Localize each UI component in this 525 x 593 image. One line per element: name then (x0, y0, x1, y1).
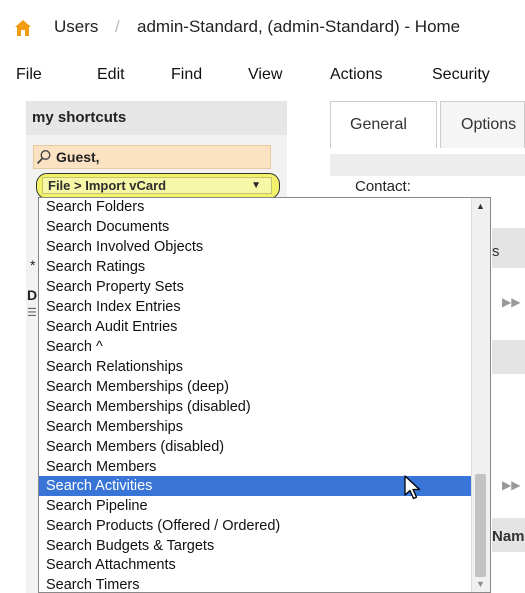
sidebar-fragment-d: D (27, 287, 38, 303)
search-input[interactable]: Guest, (33, 145, 271, 169)
chevron-down-icon[interactable]: ▼ (251, 178, 261, 194)
dropdown-scrollbar[interactable]: ▲ ▼ (471, 198, 490, 592)
panel-header-stripe (330, 154, 525, 176)
dropdown-option[interactable]: Search Timers (39, 575, 471, 592)
dropdown-option[interactable]: Search Folders (39, 198, 471, 217)
dropdown-option[interactable]: Search Ratings (39, 257, 471, 277)
dropdown-option[interactable]: Search Documents (39, 217, 471, 237)
dropdown-option[interactable]: Search Budgets & Targets (39, 536, 471, 556)
home-icon[interactable] (14, 19, 32, 37)
dropdown-option[interactable]: Search Members (disabled) (39, 437, 471, 457)
scroll-up-icon[interactable]: ▲ (476, 201, 485, 211)
dropdown-option[interactable]: Search Attachments (39, 555, 471, 575)
tab-options-label: Options (461, 116, 517, 133)
dropdown-option[interactable]: Search Products (Offered / Ordered) (39, 516, 471, 536)
menu-view[interactable]: View (248, 66, 282, 84)
breadcrumb: Users / admin-Standard, (admin-Standard)… (0, 0, 525, 56)
menu-bar: File Edit Find View Actions Security (0, 56, 525, 96)
shortcut-select[interactable]: File > Import vCard ▼ (36, 173, 280, 199)
sidebar-title: my shortcuts (26, 101, 287, 135)
pager-next-icon-2[interactable]: ▶▶ (502, 478, 520, 492)
grid-header-fragment (492, 340, 525, 374)
menu-file[interactable]: File (16, 66, 42, 84)
dropdown-option[interactable]: Search Involved Objects (39, 237, 471, 257)
search-icon (36, 149, 51, 165)
breadcrumb-separator: / (115, 17, 120, 36)
sidebar-fragment-star: * (30, 257, 36, 273)
menu-security[interactable]: Security (432, 66, 490, 84)
dropdown-option[interactable]: Search Memberships (disabled) (39, 397, 471, 417)
scrollbar-thumb[interactable] (475, 474, 486, 577)
search-value: Guest, (56, 149, 100, 165)
dropdown-option[interactable]: Search Property Sets (39, 277, 471, 297)
dropdown-option[interactable]: Search Audit Entries (39, 317, 471, 337)
scroll-down-icon[interactable]: ▼ (476, 579, 485, 589)
subtab-label-fragment: s (492, 243, 500, 260)
dropdown-option[interactable]: Search Memberships (39, 417, 471, 437)
tab-general[interactable]: General (330, 101, 437, 148)
dropdown-option[interactable]: Search Members (39, 457, 471, 477)
shortcut-selected-value: File > Import vCard (48, 178, 167, 193)
shortcut-dropdown-list[interactable]: Search Folders Search Documents Search I… (38, 197, 491, 593)
dropdown-option[interactable]: Search Index Entries (39, 297, 471, 317)
breadcrumb-users-link[interactable]: Users (54, 17, 98, 37)
menu-actions[interactable]: Actions (330, 66, 382, 84)
menu-edit[interactable]: Edit (97, 66, 125, 84)
contact-label: Contact: (355, 178, 411, 195)
dropdown-option[interactable]: Search ^ (39, 337, 471, 357)
shortcut-select-box[interactable]: File > Import vCard ▼ (42, 177, 272, 194)
dropdown-option[interactable]: Search Memberships (deep) (39, 377, 471, 397)
mouse-cursor-icon (404, 475, 421, 500)
tab-options[interactable]: Options (440, 101, 525, 148)
column-name-fragment: Nam (492, 528, 525, 545)
breadcrumb-current: admin-Standard, (admin-Standard) - Home (137, 17, 461, 36)
menu-find[interactable]: Find (171, 66, 202, 84)
pager-next-icon[interactable]: ▶▶ (502, 295, 520, 309)
dropdown-option[interactable]: Search Relationships (39, 357, 471, 377)
list-icon: ☰ (27, 307, 37, 319)
